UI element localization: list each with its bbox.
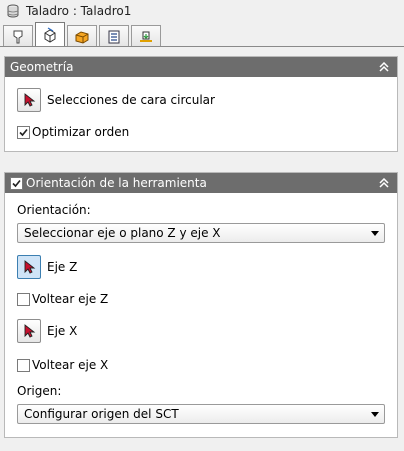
tab-heights[interactable]	[67, 25, 97, 47]
geometry-panel-header[interactable]: Geometría	[5, 57, 397, 77]
z-axis-select-button[interactable]	[17, 255, 41, 279]
flip-z-label: Voltear eje Z	[32, 292, 109, 306]
cursor-arrow-icon	[24, 324, 36, 338]
optimize-order-row: Optimizar orden	[17, 125, 129, 139]
tab-tool[interactable]	[3, 25, 33, 47]
collapse-icon[interactable]	[377, 175, 391, 191]
linking-icon	[140, 31, 152, 42]
tool-orientation-panel: Orientación de la herramienta Orientació…	[4, 172, 398, 438]
x-axis-select-button[interactable]	[17, 319, 41, 343]
drill-cylinder-icon	[7, 4, 19, 18]
orientation-dropdown[interactable]: Seleccionar eje o plano Z y eje X	[17, 223, 385, 243]
tab-geometry[interactable]	[35, 22, 65, 47]
tab-cycle[interactable]	[99, 25, 129, 47]
title-bar: Taladro : Taladro1	[0, 0, 404, 22]
orientation-label: Orientación:	[17, 203, 91, 217]
x-axis-label: Eje X	[47, 324, 78, 338]
flip-z-checkbox[interactable]	[17, 292, 30, 306]
checkmark-icon	[19, 128, 28, 136]
cursor-arrow-icon	[24, 93, 36, 107]
x-axis-row: Eje X	[17, 319, 77, 343]
optimize-order-label: Optimizar orden	[32, 125, 130, 139]
3d-box-orientation-icon	[44, 27, 56, 43]
tool-orientation-panel-header: Orientación de la herramienta	[5, 173, 397, 193]
tab-bar	[3, 22, 163, 47]
double-chevron-up-icon	[379, 62, 389, 72]
cursor-arrow-icon	[24, 260, 36, 274]
z-axis-label: Eje Z	[47, 260, 78, 274]
flip-z-row: Voltear eje Z	[17, 292, 108, 306]
origin-label: Origen:	[17, 384, 62, 398]
z-axis-row: Eje Z	[17, 255, 77, 279]
dropdown-arrow-icon	[371, 231, 379, 236]
double-chevron-up-icon	[379, 178, 389, 188]
document-list-icon	[108, 30, 120, 43]
circular-faces-label: Selecciones de cara circular	[47, 93, 215, 107]
flip-x-label: Voltear eje X	[32, 358, 109, 372]
origin-label-row: Origen:	[17, 384, 61, 398]
orientation-dropdown-value: Seleccionar eje o plano Z y eje X	[24, 226, 221, 240]
geometry-panel-title: Geometría	[10, 60, 74, 74]
stock-box-icon	[75, 30, 89, 44]
origin-dropdown[interactable]: Configurar origen del SCT	[17, 404, 385, 424]
origin-dropdown-value: Configurar origen del SCT	[24, 407, 179, 421]
tool-orientation-panel-title: Orientación de la herramienta	[26, 176, 207, 190]
collapse-icon[interactable]	[377, 59, 391, 75]
checkmark-icon	[12, 179, 21, 187]
optimize-order-checkbox[interactable]	[17, 125, 30, 139]
tab-linking[interactable]	[131, 25, 161, 47]
circular-faces-select-button[interactable]	[17, 88, 41, 112]
window-title: Taladro : Taladro1	[26, 4, 132, 18]
tool-icon	[13, 30, 23, 43]
orientation-label-row: Orientación:	[17, 203, 91, 217]
dropdown-arrow-icon	[371, 412, 379, 417]
circular-faces-row: Selecciones de cara circular	[17, 88, 215, 112]
geometry-panel: Geometría Selecciones de cara circular O…	[4, 56, 398, 152]
flip-x-checkbox[interactable]	[17, 358, 30, 372]
tab-divider	[0, 46, 404, 47]
tool-orientation-enable-checkbox[interactable]	[10, 176, 23, 190]
flip-x-row: Voltear eje X	[17, 358, 108, 372]
